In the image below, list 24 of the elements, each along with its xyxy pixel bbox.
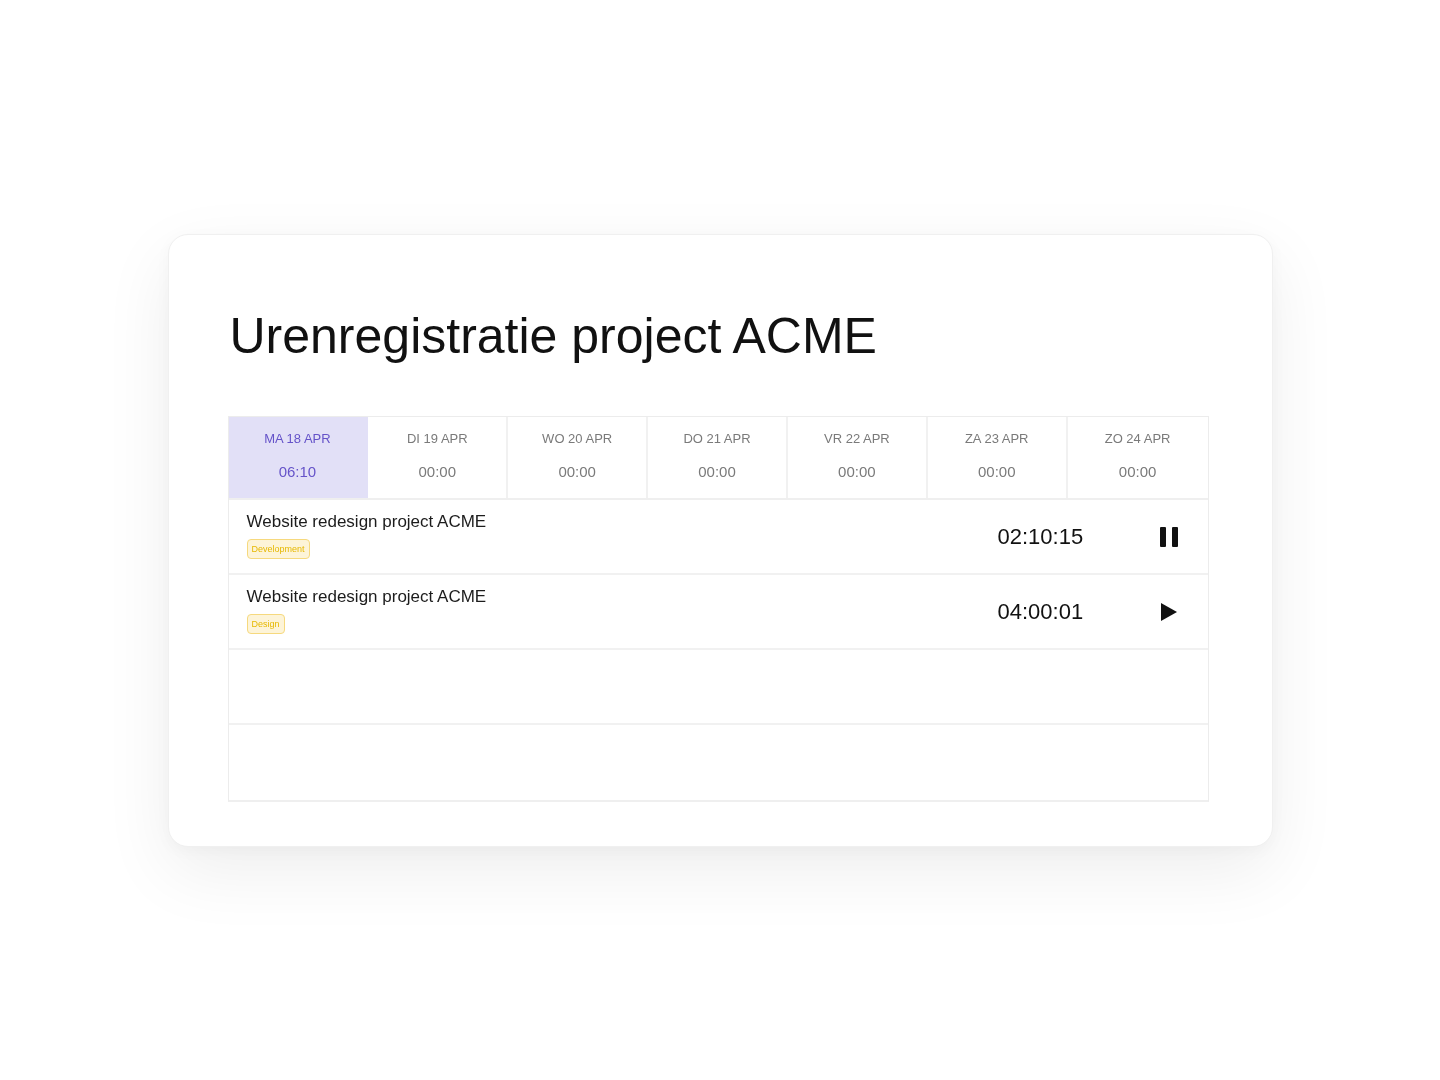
play-icon[interactable] xyxy=(1159,601,1178,622)
day-label: WO 20 APR xyxy=(542,430,613,448)
day-tab[interactable]: MA 18 APR 06:10 xyxy=(228,417,369,498)
pause-icon[interactable] xyxy=(1159,526,1178,547)
page-title: Urenregistratie project ACME xyxy=(229,307,878,366)
category-tag: Design xyxy=(246,614,285,634)
day-total: 00:00 xyxy=(1118,462,1157,482)
timer-value: 04:00:01 xyxy=(997,597,1085,626)
day-total: 00:00 xyxy=(418,462,457,482)
day-label: ZA 23 APR xyxy=(964,430,1029,448)
day-label: MA 18 APR xyxy=(264,430,331,448)
day-total: 00:00 xyxy=(838,462,876,482)
day-label: DO 21 APR xyxy=(683,430,751,448)
day-total: 00:00 xyxy=(698,462,736,482)
day-total: 00:00 xyxy=(977,462,1016,482)
day-label: ZO 24 APR xyxy=(1104,430,1171,448)
category-tag: Development xyxy=(246,539,310,559)
day-total: 06:10 xyxy=(278,462,317,482)
day-label: VR 22 APR xyxy=(824,430,890,448)
timer-value: 02:10:15 xyxy=(997,522,1085,551)
entry-title: Website redesign project ACME xyxy=(246,511,487,533)
day-total: 00:00 xyxy=(558,462,596,482)
entry-title: Website redesign project ACME xyxy=(246,586,487,608)
day-label: DI 19 APR xyxy=(406,430,468,448)
